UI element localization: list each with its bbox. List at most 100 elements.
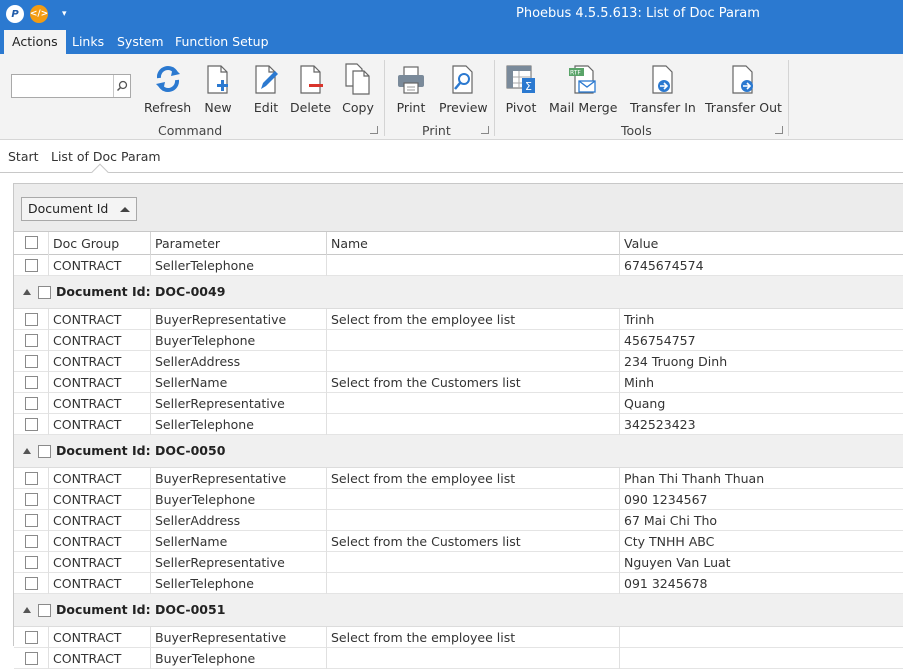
- group-checkbox[interactable]: [38, 604, 51, 617]
- cell-value[interactable]: 456754757: [620, 330, 903, 351]
- cell-parameter[interactable]: SellerAddress: [151, 351, 327, 372]
- cell-name[interactable]: [327, 489, 620, 510]
- cell-value[interactable]: [620, 648, 903, 669]
- app-logo-icon[interactable]: P: [6, 5, 24, 23]
- cell-name[interactable]: Select from the Customers list: [327, 372, 620, 393]
- collapse-group-icon[interactable]: [23, 289, 31, 295]
- search-button[interactable]: [113, 75, 130, 97]
- tab-links[interactable]: Links: [64, 30, 112, 54]
- cell-name[interactable]: [327, 510, 620, 531]
- row-checkbox[interactable]: [25, 514, 38, 527]
- group-row[interactable]: Document Id: DOC-0051: [14, 594, 903, 627]
- table-row[interactable]: CONTRACT BuyerRepresentative Select from t…: [14, 627, 903, 648]
- row-checkbox[interactable]: [25, 418, 38, 431]
- cell-value[interactable]: 090 1234567: [620, 489, 903, 510]
- copy-button[interactable]: Copy: [342, 62, 374, 115]
- cell-value[interactable]: 342523423: [620, 414, 903, 435]
- cell-name[interactable]: [327, 414, 620, 435]
- group-by-chip[interactable]: Document Id: [21, 197, 138, 221]
- column-header-name[interactable]: Name: [327, 232, 620, 255]
- row-checkbox[interactable]: [25, 397, 38, 410]
- code-icon[interactable]: </>: [30, 5, 48, 23]
- cell-value[interactable]: Trinh: [620, 309, 903, 330]
- cell-parameter[interactable]: BuyerRepresentative: [151, 627, 327, 648]
- cell-value[interactable]: 234 Truong Dinh: [620, 351, 903, 372]
- new-button[interactable]: New: [202, 62, 234, 115]
- cell-doc-group[interactable]: CONTRACT: [49, 531, 151, 552]
- table-row[interactable]: CONTRACT SellerAddress 67 Mai Chi Tho: [14, 510, 903, 531]
- cell-doc-group[interactable]: CONTRACT: [49, 648, 151, 669]
- cell-name[interactable]: [327, 552, 620, 573]
- customize-toolbar-dropdown-icon[interactable]: ▾: [62, 9, 67, 19]
- group-checkbox[interactable]: [38, 445, 51, 458]
- cell-name[interactable]: [327, 648, 620, 669]
- transfer-in-button[interactable]: Transfer In: [630, 62, 696, 115]
- cell-value[interactable]: Quang: [620, 393, 903, 414]
- cell-parameter[interactable]: BuyerTelephone: [151, 648, 327, 669]
- print-group-launcher[interactable]: [481, 126, 489, 134]
- breadcrumb-current[interactable]: List of Doc Param: [51, 149, 161, 164]
- row-checkbox[interactable]: [25, 556, 38, 569]
- cell-name[interactable]: Select from the employee list: [327, 627, 620, 648]
- cell-doc-group[interactable]: CONTRACT: [49, 627, 151, 648]
- table-row[interactable]: CONTRACT SellerTelephone 091 3245678: [14, 573, 903, 594]
- select-all-checkbox[interactable]: [25, 236, 38, 249]
- cell-name[interactable]: Select from the employee list: [327, 468, 620, 489]
- tab-actions[interactable]: Actions: [4, 30, 66, 54]
- cell-value[interactable]: 67 Mai Chi Tho: [620, 510, 903, 531]
- row-checkbox[interactable]: [25, 259, 38, 272]
- cell-value[interactable]: Minh: [620, 372, 903, 393]
- cell-doc-group[interactable]: CONTRACT: [49, 552, 151, 573]
- breadcrumb-start[interactable]: Start: [8, 149, 39, 164]
- group-row[interactable]: Document Id: DOC-0049: [14, 276, 903, 309]
- cell-parameter[interactable]: SellerTelephone: [151, 573, 327, 594]
- tab-system[interactable]: System: [109, 30, 172, 54]
- cell-value[interactable]: 6745674574: [620, 255, 903, 276]
- delete-button[interactable]: Delete: [290, 62, 331, 115]
- row-checkbox[interactable]: [25, 493, 38, 506]
- cell-doc-group[interactable]: CONTRACT: [49, 330, 151, 351]
- row-checkbox[interactable]: [25, 535, 38, 548]
- cell-name[interactable]: [327, 573, 620, 594]
- cell-doc-group[interactable]: CONTRACT: [49, 372, 151, 393]
- cell-parameter[interactable]: BuyerRepresentative: [151, 309, 327, 330]
- edit-button[interactable]: Edit: [250, 62, 282, 115]
- cell-doc-group[interactable]: CONTRACT: [49, 393, 151, 414]
- search-input[interactable]: [12, 75, 112, 97]
- cell-doc-group[interactable]: CONTRACT: [49, 489, 151, 510]
- column-header-doc-group[interactable]: Doc Group: [49, 232, 151, 255]
- cell-doc-group[interactable]: CONTRACT: [49, 510, 151, 531]
- cell-parameter[interactable]: SellerRepresentative: [151, 552, 327, 573]
- row-checkbox[interactable]: [25, 334, 38, 347]
- table-row[interactable]: CONTRACT SellerName Select from the Custom…: [14, 372, 903, 393]
- cell-value[interactable]: Cty TNHH ABC: [620, 531, 903, 552]
- table-row[interactable]: CONTRACT SellerName Select from the Custom…: [14, 531, 903, 552]
- cell-doc-group[interactable]: CONTRACT: [49, 351, 151, 372]
- cell-name[interactable]: Select from the employee list: [327, 309, 620, 330]
- cell-name[interactable]: [327, 393, 620, 414]
- refresh-button[interactable]: Refresh: [144, 62, 191, 115]
- cell-doc-group[interactable]: CONTRACT: [49, 309, 151, 330]
- mail-merge-button[interactable]: RTF Mail Merge: [549, 62, 617, 115]
- group-checkbox[interactable]: [38, 286, 51, 299]
- preview-button[interactable]: Preview: [439, 62, 488, 115]
- pivot-button[interactable]: Σ Pivot: [505, 62, 537, 115]
- collapse-group-icon[interactable]: [23, 607, 31, 613]
- table-row[interactable]: CONTRACT BuyerRepresentative Select from t…: [14, 309, 903, 330]
- cell-name[interactable]: Select from the Customers list: [327, 531, 620, 552]
- cell-value[interactable]: Phan Thi Thanh Thuan: [620, 468, 903, 489]
- table-row[interactable]: CONTRACT SellerTelephone 342523423: [14, 414, 903, 435]
- tab-function-setup[interactable]: Function Setup: [167, 30, 277, 54]
- cell-parameter[interactable]: SellerName: [151, 372, 327, 393]
- table-row[interactable]: CONTRACT BuyerTelephone 090 1234567: [14, 489, 903, 510]
- tools-group-launcher[interactable]: [775, 126, 783, 134]
- column-header-value[interactable]: Value: [620, 232, 903, 255]
- cell-parameter[interactable]: BuyerTelephone: [151, 330, 327, 351]
- column-header-parameter[interactable]: Parameter: [151, 232, 327, 255]
- cell-doc-group[interactable]: CONTRACT: [49, 468, 151, 489]
- table-row[interactable]: CONTRACT BuyerRepresentative Select from t…: [14, 468, 903, 489]
- table-row[interactable]: CONTRACT BuyerTelephone: [14, 648, 903, 669]
- row-checkbox[interactable]: [25, 313, 38, 326]
- cell-value[interactable]: Nguyen Van Luat: [620, 552, 903, 573]
- cell-parameter[interactable]: SellerName: [151, 531, 327, 552]
